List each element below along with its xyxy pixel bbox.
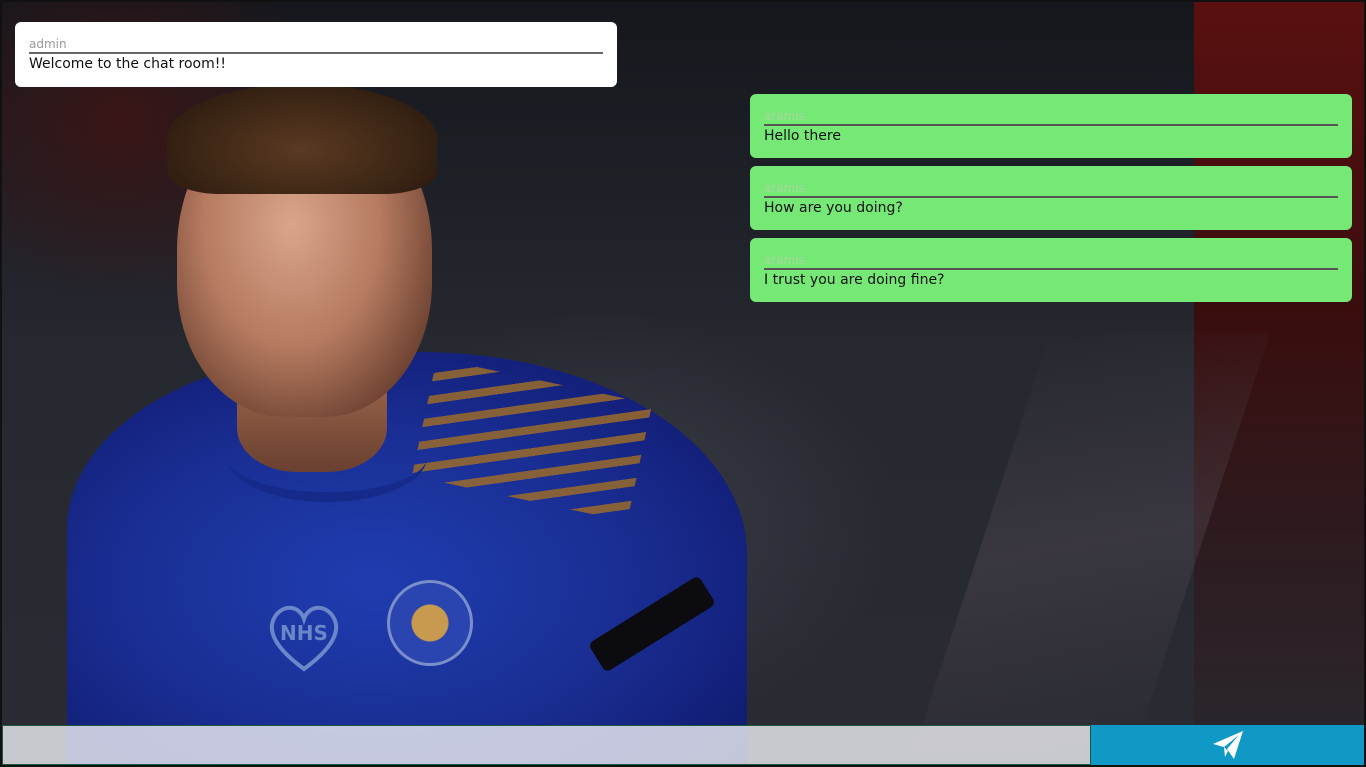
message-sender: aramis	[764, 180, 1338, 198]
message-sender: aramis	[764, 252, 1338, 270]
nhs-badge-text: NHS	[280, 621, 328, 645]
message-text: I trust you are doing fine?	[764, 272, 945, 288]
message-user: aramis Hello there	[750, 94, 1352, 158]
message-user: aramis How are you doing?	[750, 166, 1352, 230]
club-crest	[387, 580, 473, 666]
message-user: aramis I trust you are doing fine?	[750, 238, 1352, 302]
paper-plane-icon	[1212, 731, 1243, 759]
message-sender: aramis	[764, 108, 1338, 126]
message-text: Hello there	[764, 128, 841, 144]
message-composer	[2, 725, 1364, 765]
send-button[interactable]	[1091, 725, 1364, 765]
message-text: Welcome to the chat room!!	[29, 56, 226, 72]
message-sender: admin	[29, 36, 603, 54]
message-text: How are you doing?	[764, 200, 903, 216]
chat-window: NHS admin Welcome to the chat room!! ara…	[0, 0, 1366, 767]
message-input[interactable]	[2, 725, 1091, 765]
nhs-heart-badge: NHS	[264, 597, 344, 677]
shirt-collar	[227, 412, 427, 502]
message-admin: admin Welcome to the chat room!!	[15, 22, 617, 87]
player-hair	[167, 84, 437, 194]
